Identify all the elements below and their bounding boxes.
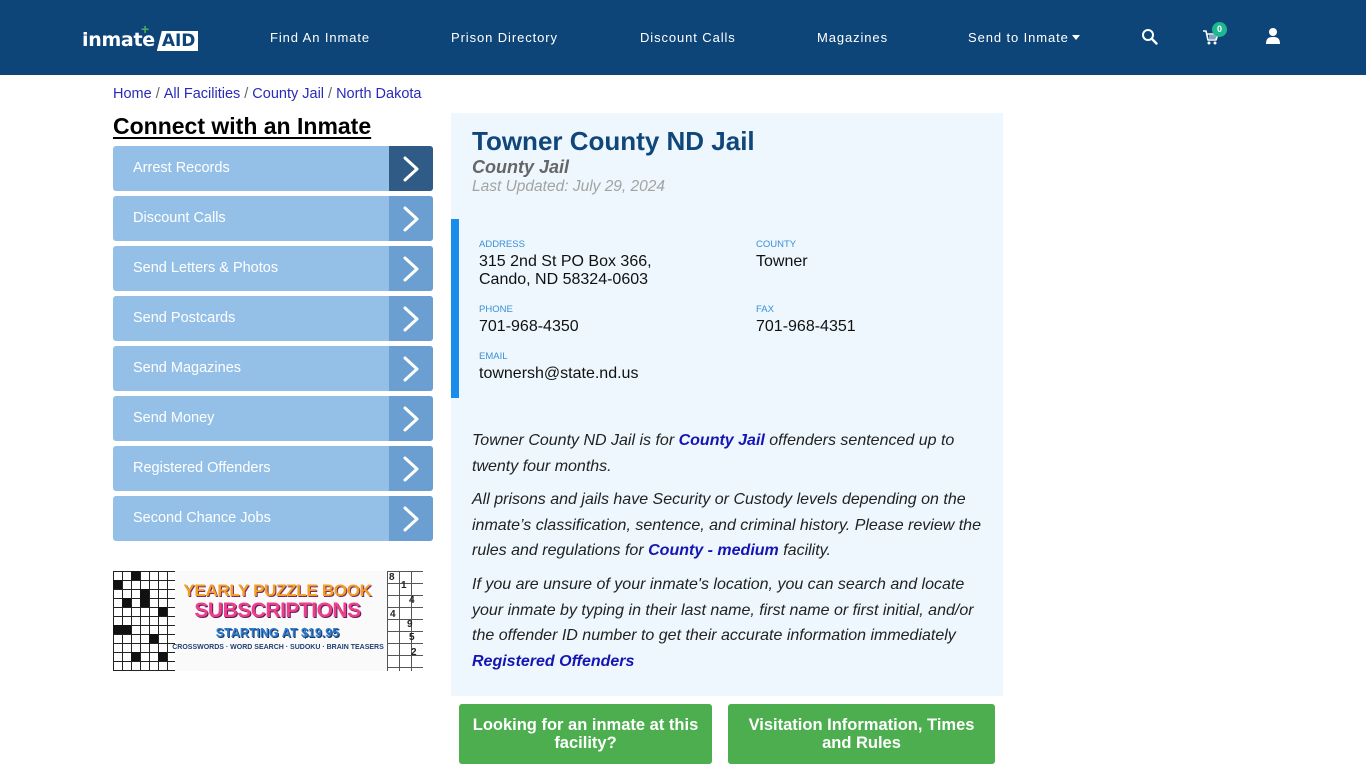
site-header: inmate AID + Find An Inmate Prison Direc… [0,0,1366,75]
description-paragraph-3: If you are unsure of your inmate's locat… [472,572,992,674]
chevron-right-icon [389,296,433,341]
visitation-info-button[interactable]: Visitation Information, Times and Rules [728,704,995,764]
fax-label: FAX [756,304,774,315]
paragraph-text: If you are unsure of your inmate's locat… [472,576,974,644]
chevron-right-icon [389,496,433,541]
county-value: Towner [756,253,808,270]
connect-with-inmate-heading[interactable]: Connect with an Inmate [113,113,371,140]
nav-send-to-inmate-label: Send to Inmate [968,30,1069,45]
sidebar-item-label: Send Money [133,410,215,426]
chevron-right-icon [389,146,433,191]
ad-headline: YEARLY PUZZLE BOOK [183,581,372,600]
description-paragraph-1: Towner County ND Jail is for County Jail… [472,428,992,479]
sidebar-item-registered-offenders[interactable]: Registered Offenders [113,446,433,491]
info-accent-bar [451,219,459,398]
description-paragraph-2: All prisons and jails have Security or C… [472,487,992,564]
sidebar-item-label: Send Postcards [133,310,236,326]
nav-discount-calls[interactable]: Discount Calls [640,30,736,45]
breadcrumb-separator: / [328,86,333,102]
find-inmate-at-facility-button[interactable]: Looking for an inmate at this facility? [459,704,712,764]
nav-find-an-inmate[interactable]: Find An Inmate [270,30,370,45]
nav-magazines[interactable]: Magazines [817,30,888,45]
sidebar-item-label: Send Magazines [133,360,242,376]
email-label: EMAIL [479,351,508,362]
email-value[interactable]: townersh@state.nd.us [479,365,638,383]
sidebar-item-discount-calls[interactable]: Discount Calls [113,196,433,241]
sidebar-item-send-postcards[interactable]: Send Postcards [113,296,433,341]
chevron-right-icon [389,346,433,391]
breadcrumb: Home / All Facilities / County Jail / North Da… [113,86,422,102]
nav-send-to-inmate[interactable]: Send to Inmate [968,30,1080,45]
address-label: ADDRESS [479,239,525,250]
ad-subheadline: SUBSCRIPTIONS [194,599,361,622]
county-jail-link[interactable]: County Jail [679,432,765,449]
puzzle-book-ad-banner[interactable]: 8 1 4 4 9 5 2 YEARLY PUZZLE BOOK SUBSCRI… [113,571,423,671]
cart-count-badge: 0 [1212,22,1227,37]
registered-offenders-link[interactable]: Registered Offenders [472,653,634,670]
sidebar-item-label: Send Letters & Photos [133,260,279,276]
breadcrumb-separator: / [244,86,249,102]
sidebar-item-send-money[interactable]: Send Money [113,396,433,441]
search-icon[interactable] [1141,28,1159,46]
chevron-right-icon [389,446,433,491]
chevron-right-icon [389,396,433,441]
sidebar-item-send-magazines[interactable]: Send Magazines [113,346,433,391]
breadcrumb-home[interactable]: Home [113,86,152,102]
address-line2: Cando, ND 58324-0603 [479,271,649,288]
breadcrumb-separator: / [155,86,160,102]
phone-value[interactable]: 701-968-4350 [479,318,579,336]
user-icon[interactable] [1264,27,1282,45]
phone-label: PHONE [479,304,513,315]
facility-type: County Jail [472,157,570,177]
breadcrumb-all-facilities[interactable]: All Facilities [164,86,241,102]
ad-price: STARTING AT $19.95 [215,626,340,640]
county-label: COUNTY [756,239,797,250]
sidebar-item-second-chance-jobs[interactable]: Second Chance Jobs [113,496,433,541]
paragraph-text: facility. [778,542,831,559]
breadcrumb-county-jail[interactable]: County Jail [252,86,324,102]
logo-accent: AID [156,31,199,51]
fax-value: 701-968-4351 [756,318,856,335]
sidebar-item-send-letters-photos[interactable]: Send Letters & Photos [113,246,433,291]
chevron-right-icon [389,196,433,241]
chevron-right-icon [389,246,433,291]
ad-tagline: CROSSWORDS · WORD SEARCH · SUDOKU · BRAI… [172,644,384,651]
last-updated: Last Updated: July 29, 2024 [472,178,666,195]
paragraph-text: Towner County ND Jail is for [472,432,679,449]
address-line1: 315 2nd St PO Box 366, [479,253,652,270]
breadcrumb-north-dakota[interactable]: North Dakota [336,86,421,102]
logo-plus-icon: + [141,21,150,37]
sidebar-item-label: Arrest Records [133,160,230,176]
nav-prison-directory[interactable]: Prison Directory [451,30,558,45]
sidebar-item-label: Discount Calls [133,210,226,226]
sudoku-graphic: 8 1 4 4 9 5 2 [387,571,423,671]
county-medium-link[interactable]: County - medium [648,542,779,559]
sidebar-item-arrest-records[interactable]: Arrest Records [113,146,433,191]
sidebar-item-label: Second Chance Jobs [133,510,271,526]
caret-down-icon [1071,35,1080,41]
crossword-graphic [113,571,175,671]
sidebar-item-label: Registered Offenders [133,460,271,476]
facility-name: Towner County ND Jail [472,126,755,156]
